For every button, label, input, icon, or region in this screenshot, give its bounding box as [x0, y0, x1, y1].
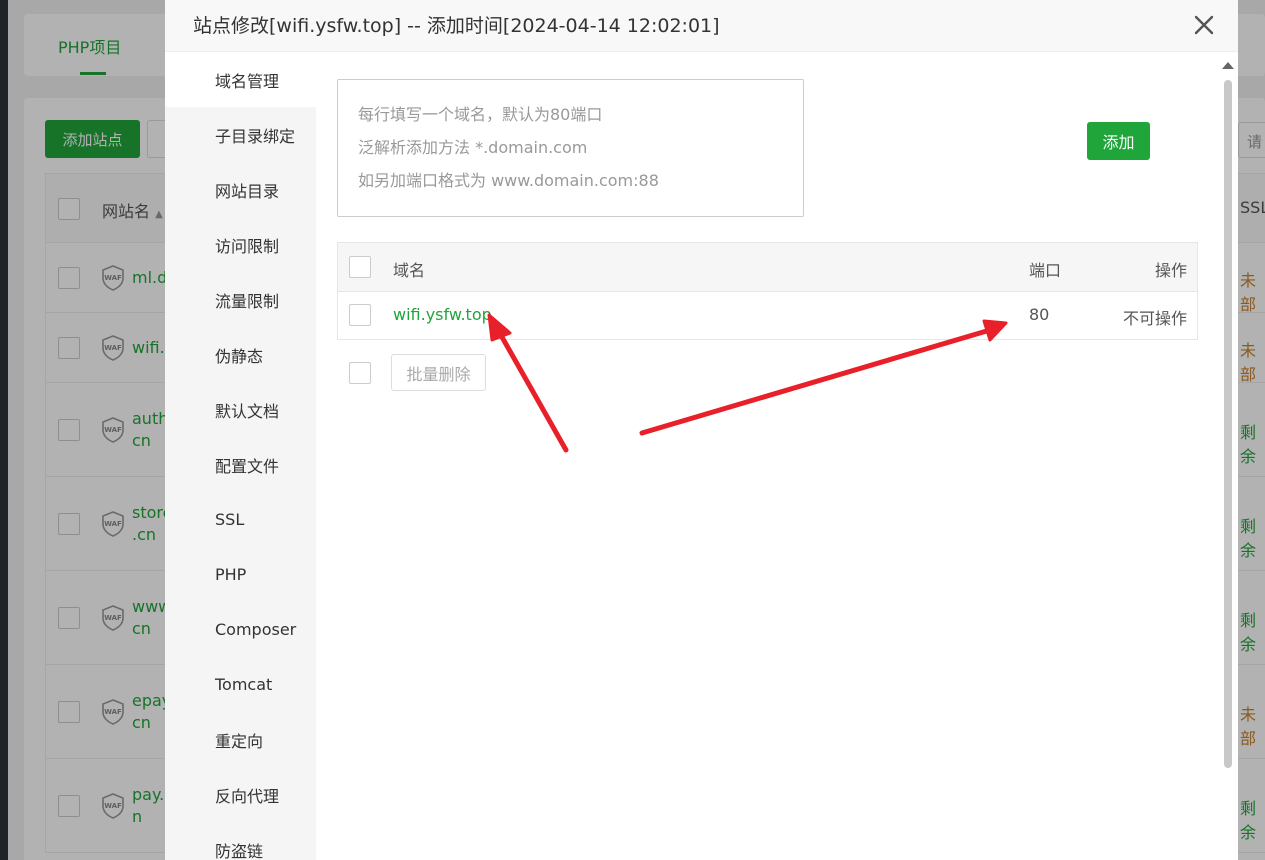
bulk-delete-button[interactable]: 批量删除: [391, 354, 486, 391]
row-domain-link[interactable]: wifi.ysfw.top: [393, 305, 492, 324]
scrollbar-thumb[interactable]: [1224, 80, 1232, 768]
column-port: 端口: [1029, 261, 1062, 280]
select-all-domains-checkbox[interactable]: [349, 256, 371, 278]
domain-table: 域名 端口 操作 wifi.ysfw.top 80 不可操作: [337, 242, 1198, 340]
menu-item[interactable]: 防盗链: [165, 822, 316, 860]
menu-item[interactable]: 默认文档: [165, 382, 316, 437]
placeholder-line-2: 泛解析添加方法 *.domain.com: [358, 138, 588, 157]
placeholder-line-1: 每行填写一个域名，默认为80端口: [358, 105, 603, 124]
domain-input[interactable]: 每行填写一个域名，默认为80端口 泛解析添加方法 *.domain.com 如另…: [337, 79, 804, 217]
menu-item[interactable]: 子目录绑定: [165, 107, 316, 162]
menu-item[interactable]: 重定向: [165, 712, 316, 767]
menu-item[interactable]: 配置文件: [165, 437, 316, 492]
bulk-select-checkbox[interactable]: [349, 362, 371, 384]
column-operation: 操作: [1154, 261, 1187, 280]
menu-item[interactable]: 伪静态: [165, 327, 316, 382]
domain-table-header: 域名 端口 操作: [338, 243, 1197, 292]
modal-title: 站点修改[wifi.ysfw.top] -- 添加时间[2024-04-14 1…: [193, 15, 720, 37]
row-port: 80: [1029, 305, 1050, 324]
menu-item[interactable]: SSL: [165, 492, 316, 547]
row-operation: 不可操作: [1122, 309, 1187, 328]
modal-header: 站点修改[wifi.ysfw.top] -- 添加时间[2024-04-14 1…: [165, 0, 1238, 52]
menu-item[interactable]: 域名管理: [165, 52, 316, 107]
site-edit-modal: 站点修改[wifi.ysfw.top] -- 添加时间[2024-04-14 1…: [165, 0, 1238, 860]
close-icon[interactable]: [1191, 12, 1217, 38]
menu-item[interactable]: Composer: [165, 602, 316, 657]
menu-item[interactable]: 访问限制: [165, 217, 316, 272]
menu-item[interactable]: 反向代理: [165, 767, 316, 822]
menu-item[interactable]: 流量限制: [165, 272, 316, 327]
menu-item[interactable]: 网站目录: [165, 162, 316, 217]
scroll-up-arrow-icon[interactable]: [1222, 62, 1234, 69]
menu-item[interactable]: PHP: [165, 547, 316, 602]
row-checkbox[interactable]: [349, 304, 371, 326]
table-row: wifi.ysfw.top 80 不可操作: [338, 292, 1197, 339]
column-domain: 域名: [393, 261, 426, 280]
add-domain-button[interactable]: 添加: [1087, 122, 1150, 160]
side-menu: 域名管理 子目录绑定 网站目录 访问限制 流量限制 伪静态 默认文档 配置文件 SSL PHP Co…: [165, 52, 316, 860]
menu-item[interactable]: Tomcat: [165, 657, 316, 712]
placeholder-line-3: 如另加端口格式为 www.domain.com:88: [358, 171, 659, 190]
